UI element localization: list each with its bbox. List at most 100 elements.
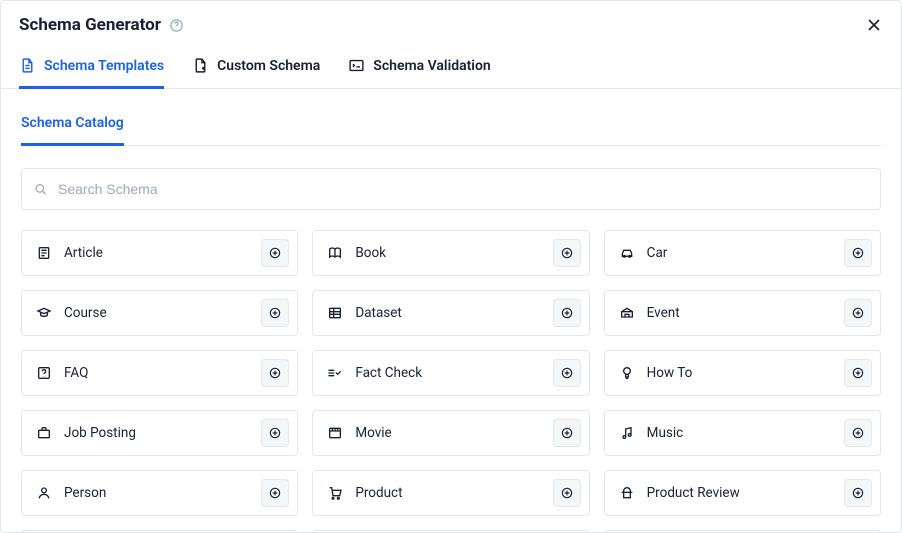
modal-header: Schema Generator [1, 1, 901, 45]
schema-card-jobposting[interactable]: Job Posting [21, 410, 298, 456]
schema-card-car[interactable]: Car [604, 230, 881, 276]
event-icon [619, 305, 635, 321]
add-schema-button[interactable] [553, 479, 581, 507]
schema-card-label: Music [647, 425, 844, 441]
modal-title: Schema Generator [19, 15, 161, 35]
schema-card-recipe[interactable]: Recipe [21, 530, 298, 532]
schema-card-software[interactable]: Software [604, 530, 881, 532]
schema-card-label: Car [647, 245, 844, 261]
book-icon [327, 245, 343, 261]
add-schema-button[interactable] [553, 359, 581, 387]
search-icon [33, 182, 48, 197]
tab-label: Schema Validation [373, 58, 490, 74]
tab-label: Custom Schema [217, 58, 320, 74]
plus-circle-icon [268, 486, 282, 500]
subtab-label: Schema Catalog [21, 115, 124, 131]
subtab-schema-catalog[interactable]: Schema Catalog [21, 103, 124, 146]
add-schema-button[interactable] [553, 239, 581, 267]
add-schema-button[interactable] [844, 299, 872, 327]
car-icon [619, 245, 635, 261]
add-schema-button[interactable] [261, 419, 289, 447]
schema-card-label: How To [647, 365, 844, 381]
schema-card-music[interactable]: Music [604, 410, 881, 456]
add-schema-button[interactable] [844, 419, 872, 447]
schema-card-article[interactable]: Article [21, 230, 298, 276]
plus-circle-icon [851, 366, 865, 380]
plus-circle-icon [560, 366, 574, 380]
add-schema-button[interactable] [844, 359, 872, 387]
modal-body: Schema Catalog Article Book Car Course Datas… [1, 89, 901, 532]
schema-card-product[interactable]: Product [312, 470, 589, 516]
schema-card-label: Movie [355, 425, 552, 441]
schema-card-productreview[interactable]: Product Review [604, 470, 881, 516]
music-icon [619, 425, 635, 441]
schema-card-course[interactable]: Course [21, 290, 298, 336]
search-wrap [21, 168, 881, 210]
add-schema-button[interactable] [261, 479, 289, 507]
schema-card-event[interactable]: Event [604, 290, 881, 336]
plus-circle-icon [560, 426, 574, 440]
close-icon[interactable] [865, 16, 883, 34]
jobposting-icon [36, 425, 52, 441]
add-schema-button[interactable] [261, 239, 289, 267]
schema-card-label: Person [64, 485, 261, 501]
schema-card-label: Product Review [647, 485, 844, 501]
search-input[interactable] [21, 168, 881, 210]
plus-circle-icon [268, 366, 282, 380]
help-icon[interactable] [169, 18, 184, 33]
schema-card-movie[interactable]: Movie [312, 410, 589, 456]
schema-card-label: Book [355, 245, 552, 261]
tab-label: Schema Templates [44, 58, 164, 74]
tab-schema-templates[interactable]: Schema Templates [19, 45, 164, 89]
add-schema-button[interactable] [553, 419, 581, 447]
schema-card-howto[interactable]: How To [604, 350, 881, 396]
productreview-icon [619, 485, 635, 501]
faq-icon [36, 365, 52, 381]
plus-circle-icon [851, 426, 865, 440]
schema-card-book[interactable]: Book [312, 230, 589, 276]
add-schema-button[interactable] [844, 479, 872, 507]
dataset-icon [327, 305, 343, 321]
schema-card-service[interactable]: Service [312, 530, 589, 532]
person-icon [36, 485, 52, 501]
add-schema-button[interactable] [553, 299, 581, 327]
schema-card-factcheck[interactable]: Fact Check [312, 350, 589, 396]
plus-circle-icon [851, 306, 865, 320]
plus-circle-icon [851, 486, 865, 500]
schema-card-label: Dataset [355, 305, 552, 321]
howto-icon [619, 365, 635, 381]
tab-schema-validation[interactable]: Schema Validation [348, 45, 490, 89]
document-add-icon [192, 57, 209, 74]
add-schema-button[interactable] [261, 299, 289, 327]
secondary-tabs: Schema Catalog [21, 103, 881, 146]
plus-circle-icon [851, 246, 865, 260]
primary-tabs: Schema Templates Custom Schema Schema Va… [1, 45, 901, 89]
schema-generator-modal: Schema Generator Schema Templates Custom… [0, 0, 902, 533]
add-schema-button[interactable] [844, 239, 872, 267]
schema-card-label: FAQ [64, 365, 261, 381]
terminal-check-icon [348, 57, 365, 74]
plus-circle-icon [268, 426, 282, 440]
plus-circle-icon [560, 246, 574, 260]
product-icon [327, 485, 343, 501]
plus-circle-icon [560, 306, 574, 320]
schema-card-label: Event [647, 305, 844, 321]
document-icon [19, 57, 36, 74]
plus-circle-icon [268, 246, 282, 260]
schema-card-label: Job Posting [64, 425, 261, 441]
tab-custom-schema[interactable]: Custom Schema [192, 45, 320, 89]
course-icon [36, 305, 52, 321]
plus-circle-icon [560, 486, 574, 500]
movie-icon [327, 425, 343, 441]
schema-card-label: Course [64, 305, 261, 321]
schema-card-dataset[interactable]: Dataset [312, 290, 589, 336]
article-icon [36, 245, 52, 261]
schema-card-person[interactable]: Person [21, 470, 298, 516]
schema-card-label: Article [64, 245, 261, 261]
factcheck-icon [327, 365, 343, 381]
plus-circle-icon [268, 306, 282, 320]
schema-card-faq[interactable]: FAQ [21, 350, 298, 396]
add-schema-button[interactable] [261, 359, 289, 387]
schema-card-label: Fact Check [355, 365, 552, 381]
schema-catalog-grid: Article Book Car Course Dataset Event FAQ Fact … [21, 230, 881, 532]
